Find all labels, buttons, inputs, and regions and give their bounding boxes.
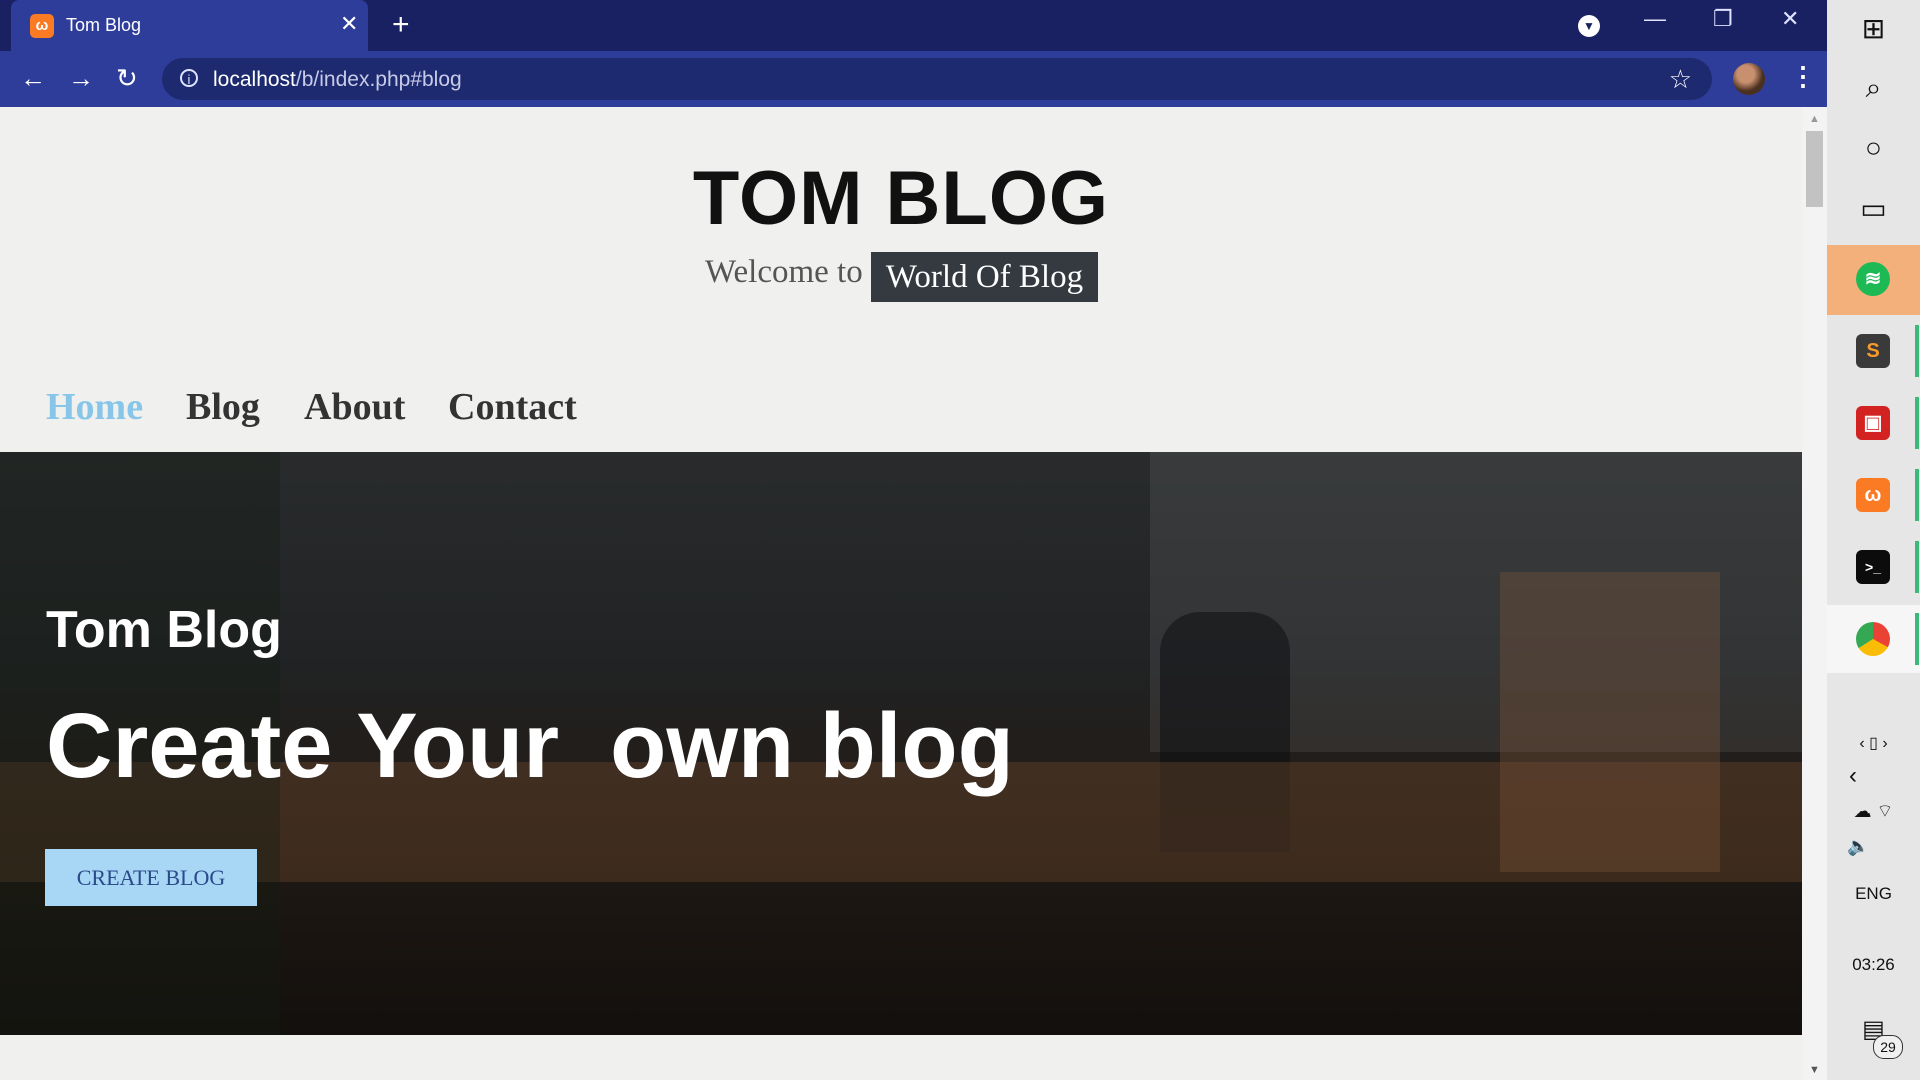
- hero-banner: Tom Blog Create Your own blog CREATE BLO…: [0, 452, 1802, 1035]
- site-title: TOM BLOG: [692, 156, 1110, 241]
- nav-blog[interactable]: Blog: [186, 385, 260, 429]
- bookmark-star-icon[interactable]: ☆: [1669, 64, 1692, 95]
- cortana-circle-icon[interactable]: ○: [1827, 132, 1920, 164]
- tab-title: Tom Blog: [66, 15, 142, 35]
- tab-close-icon[interactable]: ✕: [340, 11, 358, 37]
- taskbar-scroll-arrows[interactable]: ‹ ▯ ›: [1827, 733, 1920, 753]
- hero-kicker: Tom Blog: [46, 601, 282, 659]
- task-view-icon[interactable]: ▭: [1827, 192, 1920, 225]
- clock[interactable]: 03:26: [1827, 955, 1920, 975]
- onedrive-cloud-and-wifi-icons[interactable]: ☁ ⌔: [1827, 800, 1920, 823]
- nav-about[interactable]: About: [304, 385, 405, 429]
- profile-avatar[interactable]: [1733, 63, 1765, 95]
- nav-contact[interactable]: Contact: [448, 385, 577, 429]
- notification-count-badge: 29: [1873, 1035, 1903, 1059]
- chrome-icon[interactable]: [1856, 622, 1890, 656]
- tab-strip: ω Tom Blog ✕ + ▼ — ❐ ✕: [0, 0, 1827, 51]
- running-indicator: [1915, 397, 1919, 449]
- tab-search-icon[interactable]: ▼: [1578, 15, 1600, 37]
- url-text: localhost/b/index.php#blog: [213, 68, 462, 91]
- scroll-thumb[interactable]: [1806, 131, 1823, 207]
- terminal-icon[interactable]: >_: [1856, 550, 1890, 584]
- back-arrow-icon[interactable]: ←: [20, 63, 46, 94]
- address-bar[interactable]: i localhost/b/index.php#blog ☆: [162, 58, 1712, 100]
- create-blog-button[interactable]: CREATE BLOG: [45, 849, 257, 906]
- search-icon[interactable]: ⌕: [1827, 72, 1920, 105]
- restore-icon[interactable]: ❐: [1713, 6, 1733, 32]
- running-indicator: [1915, 613, 1919, 665]
- scroll-up-arrow-icon[interactable]: ▲: [1809, 113, 1820, 125]
- nav-home[interactable]: Home: [46, 385, 143, 429]
- windows-start-icon[interactable]: ⊞: [1827, 12, 1920, 45]
- running-indicator: [1915, 541, 1919, 593]
- xampp-icon[interactable]: ω: [1856, 478, 1890, 512]
- bulldog-app-icon[interactable]: ▣: [1856, 406, 1890, 440]
- tagline-highlight: World Of Blog: [871, 252, 1098, 302]
- browser-chrome: ω Tom Blog ✕ + ▼ — ❐ ✕ ← → ↻ i localhost…: [0, 0, 1827, 107]
- hero-headline: Create Your own blog: [46, 695, 1014, 797]
- xampp-favicon-icon: ω: [30, 14, 54, 38]
- scroll-down-arrow-icon[interactable]: ▼: [1809, 1064, 1820, 1076]
- spotify-icon[interactable]: ≋: [1856, 262, 1890, 296]
- tab-tom-blog[interactable]: ω Tom Blog ✕: [11, 0, 368, 51]
- page-scrollbar[interactable]: ▲ ▼: [1802, 107, 1827, 1080]
- volume-icon[interactable]: 🔈: [1827, 836, 1920, 857]
- new-tab-button[interactable]: +: [392, 8, 410, 42]
- running-indicator: [1915, 469, 1919, 521]
- menu-kebab-icon[interactable]: ⋮: [1790, 61, 1816, 92]
- info-icon[interactable]: i: [180, 69, 198, 87]
- close-window-icon[interactable]: ✕: [1781, 6, 1799, 32]
- sublime-text-icon[interactable]: S: [1856, 334, 1890, 368]
- reload-icon[interactable]: ↻: [116, 63, 138, 94]
- windows-taskbar: ⊞ ⌕ ○ ▭ ≋ S ▣ ω >_ ‹ ▯ › ‹ ☁ ⌔ 🔈 ENG 03:…: [1827, 0, 1920, 1080]
- page-viewport: TOM BLOG Welcome to World Of Blog Home B…: [0, 107, 1802, 1080]
- forward-arrow-icon[interactable]: →: [68, 63, 94, 94]
- tagline-prefix: Welcome to: [705, 254, 863, 290]
- language-indicator[interactable]: ENG: [1827, 884, 1920, 904]
- minimize-icon[interactable]: —: [1644, 6, 1666, 32]
- show-hidden-icons-chevron[interactable]: ‹: [1827, 762, 1920, 790]
- browser-toolbar: ← → ↻ i localhost/b/index.php#blog ☆ ⋮: [0, 51, 1827, 107]
- running-indicator: [1915, 325, 1919, 377]
